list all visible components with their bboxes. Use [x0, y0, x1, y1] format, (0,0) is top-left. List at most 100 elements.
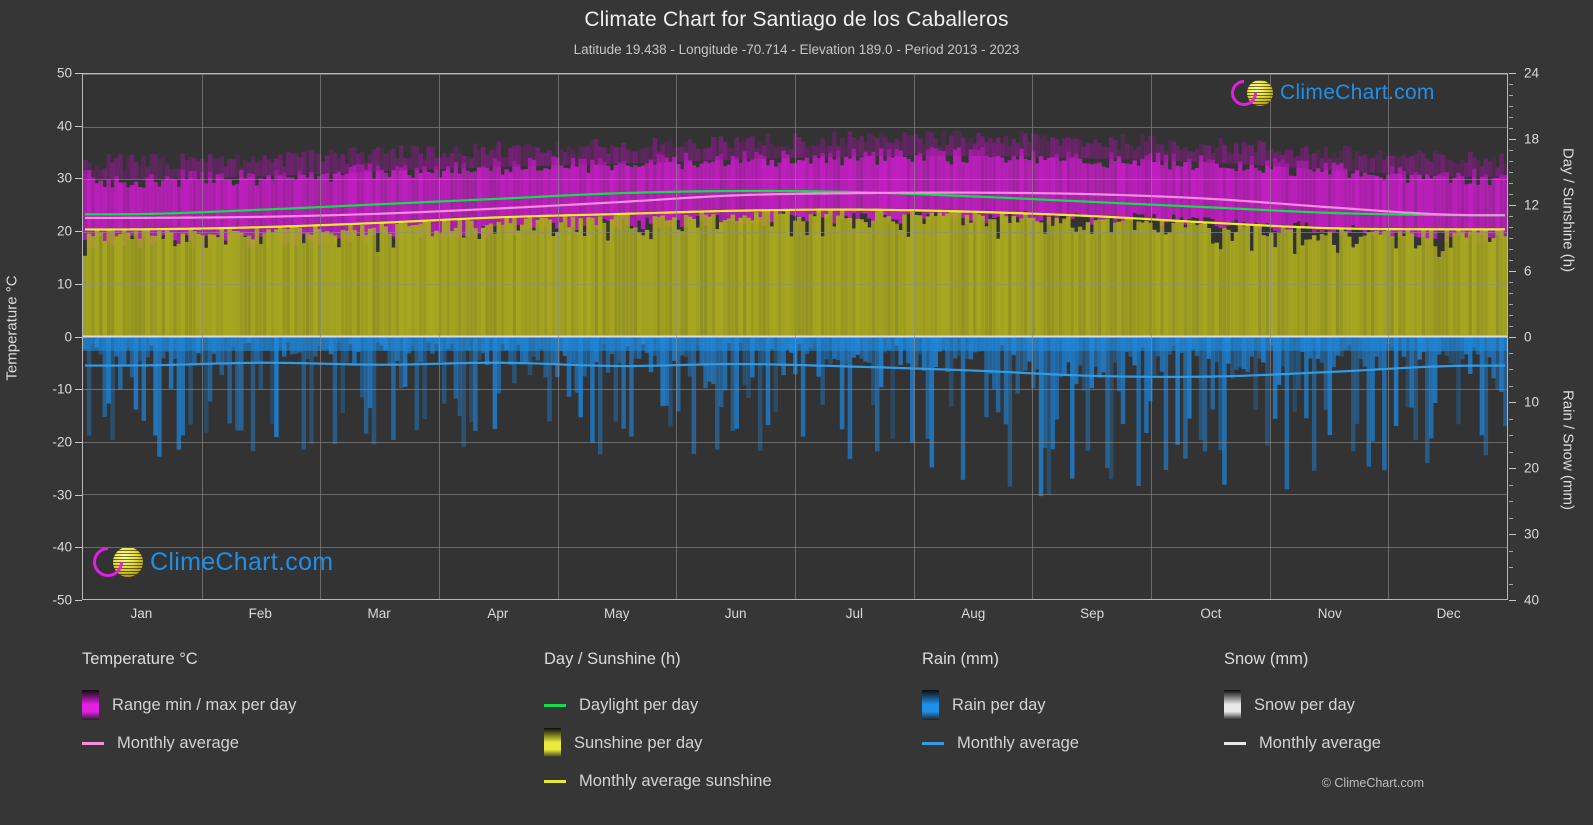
left-tick-label: -20 [52, 434, 72, 450]
right-tick-mark [1509, 204, 1516, 206]
x-tick-label-may: May [603, 606, 630, 621]
x-tick-label-aug: Aug [961, 606, 986, 621]
right-minor-tick [1509, 149, 1513, 151]
right-minor-tick [1509, 451, 1513, 453]
right-minor-tick [1509, 248, 1513, 250]
logo-text: ClimeChart.com [1280, 81, 1435, 104]
x-tick-label-oct: Oct [1200, 606, 1222, 621]
right-minor-tick [1509, 259, 1513, 261]
left-tick-label: 30 [56, 170, 72, 186]
watermark-logo-top: ClimeChart.com [1225, 74, 1435, 112]
right-minor-tick [1509, 215, 1513, 217]
legend-item[interactable]: Monthly average [82, 724, 296, 762]
legend-group-title: Temperature °C [82, 650, 198, 668]
x-tick-label-nov: Nov [1317, 606, 1342, 621]
right-minor-tick [1509, 94, 1513, 96]
right-minor-tick [1509, 517, 1513, 519]
right-tick-label-mm: 20 [1524, 460, 1540, 476]
right-tick-mark [1509, 270, 1516, 272]
legend-item[interactable]: Monthly average [922, 724, 1079, 762]
right-minor-tick [1509, 116, 1513, 118]
legend-line-marker [1224, 741, 1246, 745]
legend-item-label: Monthly average [1259, 733, 1381, 752]
right-tick-mark [1509, 138, 1516, 140]
right-tick-mark [1509, 534, 1516, 536]
gridline-v [320, 74, 322, 599]
left-tick-mark [75, 389, 82, 391]
left-tick-mark [75, 231, 82, 233]
left-tick-mark [75, 494, 82, 496]
right-minor-tick [1509, 385, 1513, 387]
x-tick-label-jun: Jun [724, 606, 747, 621]
copyright-text: © ClimeChart.com [1321, 776, 1424, 790]
right-minor-tick [1509, 435, 1513, 437]
legend-item[interactable]: Range min / max per day [82, 686, 296, 724]
legend-group-snow-mm: Snow (mm) Snow per day Monthly average [1224, 650, 1381, 762]
legend-item[interactable]: Sunshine per day [544, 724, 772, 762]
right-tick-mark [1509, 336, 1516, 338]
legend-item-label: Monthly average sunshine [579, 771, 772, 790]
legend-line-marker [922, 741, 944, 745]
legend-item[interactable]: Rain per day [922, 686, 1079, 724]
page-title: Climate Chart for Santiago de los Caball… [584, 8, 1009, 31]
legend-group-title: Snow (mm) [1224, 650, 1309, 668]
left-tick-mark [75, 125, 82, 127]
right-minor-tick [1509, 281, 1513, 283]
right-minor-tick [1509, 127, 1513, 129]
left-tick-mark [75, 73, 82, 74]
legend-item-label: Range min / max per day [112, 695, 297, 714]
gridline-v [201, 74, 203, 599]
right-minor-tick [1509, 418, 1513, 420]
gridline-v [1269, 74, 1271, 599]
legend-item[interactable]: Daylight per day [544, 686, 772, 724]
legend-item[interactable]: Monthly average [1224, 724, 1381, 762]
right-tick-label-hours: 6 [1524, 263, 1532, 279]
right-tick-label-mm: 30 [1524, 526, 1540, 542]
right-minor-tick [1509, 171, 1513, 173]
gridline-v [1151, 74, 1152, 599]
left-tick-mark [75, 441, 82, 443]
right-minor-tick [1509, 292, 1513, 294]
left-tick-label: -50 [52, 592, 72, 608]
right-tick-mark [1509, 73, 1516, 74]
legend-line-marker [544, 779, 566, 783]
x-tick-label-apr: Apr [487, 606, 509, 621]
left-tick-label: 50 [56, 65, 72, 81]
x-tick-label-dec: Dec [1436, 606, 1461, 621]
left-tick-label: 10 [56, 276, 72, 292]
gridline-v [1388, 74, 1390, 599]
watermark-logo-bottom: ClimeChart.com [86, 540, 334, 584]
legend-item-label: Monthly average [117, 733, 239, 752]
legend-item-label: Daylight per day [579, 695, 699, 714]
legend-swatch [544, 728, 561, 758]
left-tick-label: -10 [52, 381, 72, 397]
legend-swatch [82, 690, 99, 720]
legend-item-label: Sunshine per day [574, 733, 703, 752]
x-tick-label-sep: Sep [1080, 606, 1105, 621]
legend-item[interactable]: Monthly average sunshine [544, 762, 772, 800]
right-tick-mark [1509, 468, 1516, 470]
right-tick-label-hours: 0 [1524, 329, 1532, 344]
right-minor-tick [1509, 501, 1513, 503]
right-minor-tick [1509, 550, 1513, 552]
legend-group-temperature-c: Temperature °C Range min / max per day Mon… [82, 650, 296, 762]
left-tick-mark [75, 178, 82, 180]
left-tick-mark [75, 283, 82, 285]
right-minor-tick [1509, 226, 1513, 228]
right-minor-tick [1509, 193, 1513, 195]
logo-text: ClimeChart.com [150, 547, 334, 576]
legend-group-rain-mm: Rain (mm) Rain per day Monthly average [922, 650, 1079, 762]
x-tick-label-jul: Jul [845, 606, 864, 621]
x-tick-label-feb: Feb [248, 606, 272, 621]
right-tick-mark [1509, 600, 1516, 601]
right-tick-mark [1509, 402, 1516, 404]
legend-item[interactable]: Snow per day [1224, 686, 1381, 724]
right-minor-tick [1509, 237, 1513, 239]
right-minor-tick [1509, 325, 1513, 327]
left-tick-label: 20 [56, 223, 72, 239]
right-minor-tick [1509, 105, 1513, 107]
left-tick-mark [75, 336, 82, 338]
right-minor-tick [1509, 352, 1513, 354]
left-tick-label: -30 [52, 487, 72, 503]
legend-item-label: Monthly average [957, 733, 1079, 752]
